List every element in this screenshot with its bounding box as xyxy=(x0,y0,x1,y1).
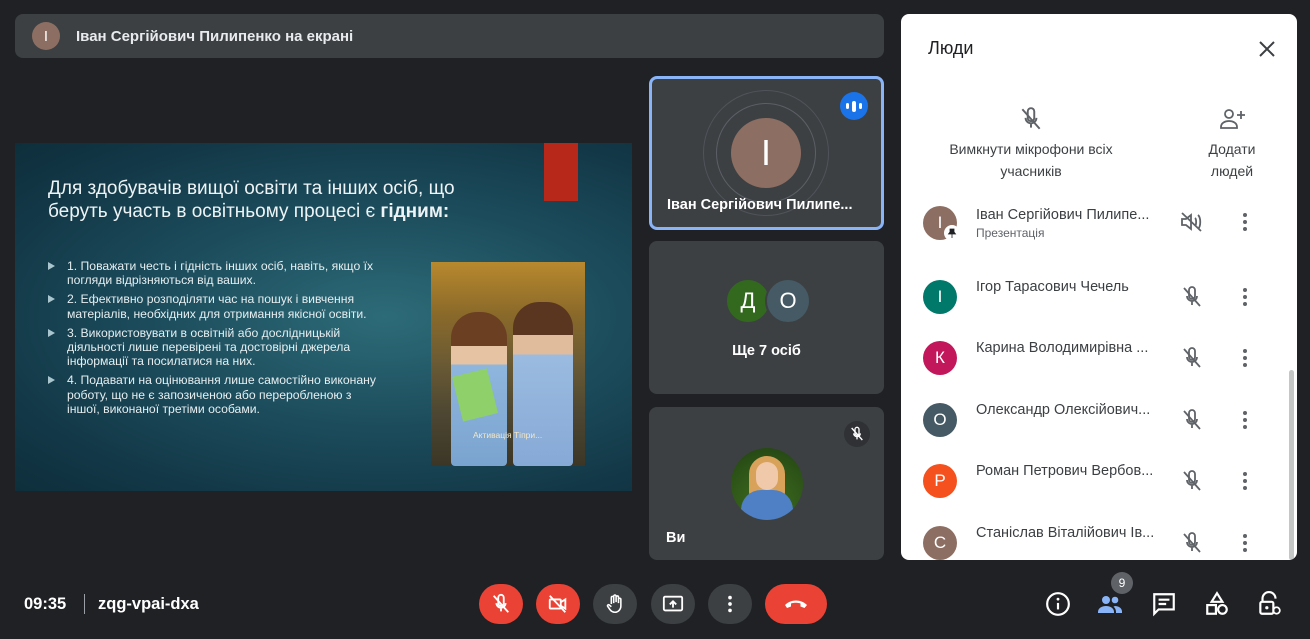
mute-all-button[interactable]: Вимкнути мікрофони всіх учасників xyxy=(931,106,1131,182)
more-options-icon[interactable] xyxy=(1237,469,1253,493)
participant-name: Ігор Тарасович Чечель xyxy=(976,278,1129,295)
camera-toggle-button[interactable] xyxy=(536,584,580,624)
people-panel: Люди Вимкнути мікрофони всіх учасників Д… xyxy=(901,14,1297,560)
slide-bullet: 2. Ефективно розподіляти час на пошук і … xyxy=(48,292,378,321)
self-avatar xyxy=(731,448,803,520)
slide-bullet: 3. Використовувати в освітній або дослід… xyxy=(48,326,378,369)
activities-button[interactable] xyxy=(1203,590,1231,618)
slide-bullet-list: 1. Поважати честь і гідність інших осіб,… xyxy=(48,259,378,421)
participant-list: І Іван Сергійович Пилипе... Презентація … xyxy=(901,204,1297,560)
participant-row[interactable]: О Олександр Олексійович... xyxy=(901,389,1297,451)
sound-off-icon[interactable] xyxy=(1179,210,1205,239)
mic-off-icon[interactable] xyxy=(1179,285,1205,314)
participant-name: Роман Петрович Вербов... xyxy=(976,463,1154,479)
more-options-icon[interactable] xyxy=(1237,531,1253,555)
participant-row[interactable]: І Іван Сергійович Пилипе... Презентація xyxy=(901,204,1297,266)
participant-tile-presenter[interactable]: І Іван Сергійович Пилипе... xyxy=(649,76,884,230)
end-call-button[interactable] xyxy=(765,584,827,624)
presenter-avatar: І xyxy=(32,22,60,50)
mic-off-icon xyxy=(844,421,870,447)
clock: 09:35 xyxy=(24,595,67,613)
control-bar: 09:35 zqg-vpai-dxa 9 xyxy=(0,572,1310,639)
participant-row[interactable]: К Карина Володимирівна ... xyxy=(901,327,1297,389)
participant-name: Олександр Олексійович... xyxy=(976,401,1151,418)
slide-bullet: 4. Подавати на оцінювання лише самостійн… xyxy=(48,373,378,416)
mic-off-icon[interactable] xyxy=(1179,531,1205,560)
participant-avatar: І xyxy=(923,279,957,314)
mic-off-icon[interactable] xyxy=(1179,408,1205,437)
mic-off-icon xyxy=(492,593,510,613)
participant-row[interactable]: С Станіслав Віталійович Ів... xyxy=(901,512,1297,561)
more-options-icon xyxy=(728,595,732,613)
end-call-icon xyxy=(785,600,807,608)
add-people-label: Додати людей xyxy=(1208,141,1256,179)
participant-avatar: С xyxy=(923,525,957,560)
presenter-banner: І Іван Сергійович Пилипенко на екрані xyxy=(15,14,884,58)
host-controls-button[interactable] xyxy=(1255,590,1283,618)
scrollbar[interactable] xyxy=(1289,370,1294,560)
activities-icon xyxy=(1206,591,1228,615)
participant-status: Презентація xyxy=(976,226,1045,240)
participant-name: Станіслав Віталійович Ів... xyxy=(976,524,1155,541)
tile-more-label: Ще 7 осіб xyxy=(732,343,801,359)
participant-avatar: Р xyxy=(923,464,957,498)
close-icon[interactable] xyxy=(1254,36,1280,62)
slide-title: Для здобувачів вищої освіти та інших осі… xyxy=(48,177,518,223)
mute-all-label: Вимкнути мікрофони всіх учасників xyxy=(949,141,1113,179)
participant-row[interactable]: Р Роман Петрович Вербов... xyxy=(901,450,1297,512)
presenter-banner-text: Іван Сергійович Пилипенко на екрані xyxy=(76,27,354,45)
participant-tile-others[interactable]: Д О Ще 7 осіб xyxy=(649,241,884,394)
slide-bullet-text: 1. Поважати честь і гідність інших осіб,… xyxy=(67,259,374,288)
participant-avatar: О xyxy=(923,402,957,437)
mic-off-icon[interactable] xyxy=(1179,469,1205,498)
people-button[interactable] xyxy=(1096,590,1124,618)
more-options-icon[interactable] xyxy=(1237,210,1253,234)
more-options-button[interactable] xyxy=(708,584,752,624)
slide-bullet-text: 3. Використовувати в освітній або дослід… xyxy=(67,325,351,369)
audio-level-icon xyxy=(840,92,868,120)
tile-name: Ви xyxy=(666,530,686,546)
more-options-icon[interactable] xyxy=(1237,346,1253,370)
tile-avatar: І xyxy=(731,118,801,188)
more-options-icon[interactable] xyxy=(1237,408,1253,432)
slide-bullet-text: 2. Ефективно розподіляти час на пошук і … xyxy=(67,292,367,321)
tile-name: Іван Сергійович Пилипе... xyxy=(667,197,853,213)
participant-avatar: К xyxy=(923,341,957,375)
add-person-icon xyxy=(1192,106,1272,132)
slide-title-bold: гідним: xyxy=(380,201,450,222)
shared-screen: Для здобувачів вищої освіти та інших осі… xyxy=(15,143,632,491)
info-icon xyxy=(1046,592,1070,616)
participant-row[interactable]: І Ігор Тарасович Чечель xyxy=(901,266,1297,328)
mic-off-icon[interactable] xyxy=(1179,346,1205,375)
slide-bullet: 1. Поважати честь і гідність інших осіб,… xyxy=(48,259,378,287)
raise-hand-icon xyxy=(606,594,622,614)
chat-button[interactable] xyxy=(1150,590,1178,618)
slide-photo-caption: Активація Тіпри... xyxy=(473,430,543,440)
participant-tile-self[interactable]: Ви xyxy=(649,407,884,560)
host-controls-icon xyxy=(1259,591,1281,615)
mic-off-icon xyxy=(931,106,1131,132)
divider xyxy=(84,594,85,614)
slide-bullet-text: 4. Подавати на оцінювання лише самостійн… xyxy=(67,373,376,416)
slide-accent-bar xyxy=(544,143,578,201)
meeting-code: zqg-vpai-dxa xyxy=(98,595,199,613)
mic-toggle-button[interactable] xyxy=(479,584,523,624)
camera-off-icon xyxy=(548,595,567,613)
participant-name: Карина Володимирівна ... xyxy=(976,340,1149,356)
pin-icon xyxy=(944,225,960,241)
slide-photo: Активація Тіпри... xyxy=(431,262,585,466)
more-options-icon[interactable] xyxy=(1237,285,1253,309)
present-icon xyxy=(662,595,684,612)
tile-avatar: О xyxy=(765,278,811,324)
meeting-info-button[interactable] xyxy=(1044,590,1072,618)
people-icon xyxy=(1098,596,1122,613)
participants-count-badge: 9 xyxy=(1111,572,1133,594)
raise-hand-button[interactable] xyxy=(593,584,637,624)
panel-title: Люди xyxy=(928,38,974,58)
add-people-button[interactable]: Додати людей xyxy=(1192,106,1272,182)
participant-name: Іван Сергійович Пилипе... xyxy=(976,207,1150,223)
present-button[interactable] xyxy=(651,584,695,624)
chat-icon xyxy=(1153,593,1175,617)
